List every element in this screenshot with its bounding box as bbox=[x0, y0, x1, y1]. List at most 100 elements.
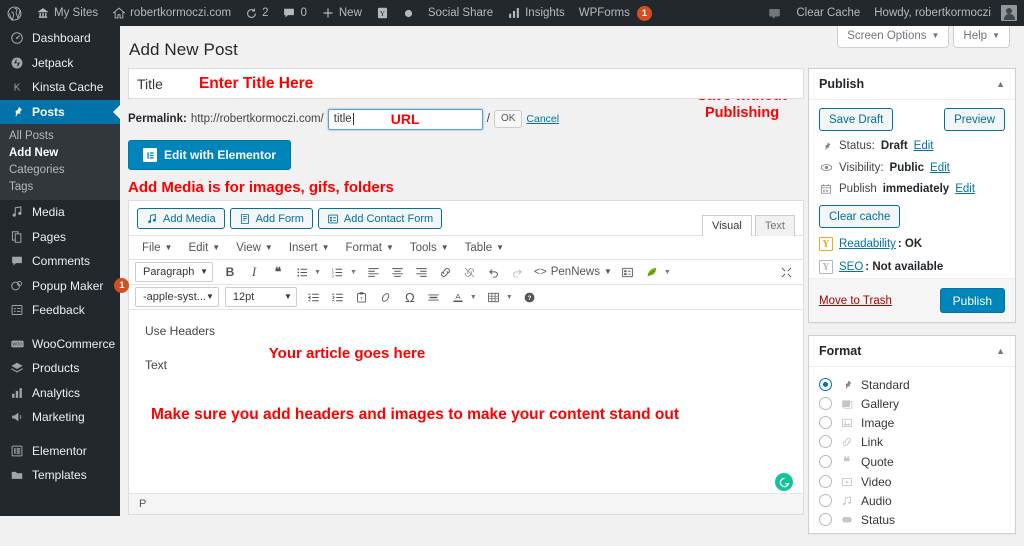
radio-image[interactable] bbox=[819, 416, 832, 429]
sidebar-item-templates[interactable]: Templates bbox=[0, 463, 120, 488]
blockquote-button[interactable]: ❝ bbox=[267, 262, 289, 282]
permalink-slug-input[interactable]: title URL bbox=[327, 108, 483, 130]
menu-tools[interactable]: Tools ▼ bbox=[403, 240, 456, 256]
clear-cache-menu[interactable]: Clear Cache bbox=[789, 0, 867, 26]
radio-link[interactable] bbox=[819, 435, 832, 448]
unlink-button[interactable] bbox=[459, 262, 481, 282]
tab-visual[interactable]: Visual bbox=[702, 215, 752, 236]
radio-standard[interactable] bbox=[819, 378, 832, 391]
updates-menu[interactable]: 2 bbox=[238, 0, 275, 26]
sidebar-item-analytics[interactable]: Analytics bbox=[0, 381, 120, 406]
insights-menu[interactable]: Insights bbox=[500, 0, 572, 26]
format-option-video[interactable]: Video bbox=[819, 472, 1005, 491]
chevron-down-icon[interactable]: ▼ bbox=[505, 294, 517, 301]
format-option-link[interactable]: Link bbox=[819, 432, 1005, 451]
align-right-button[interactable] bbox=[411, 262, 433, 282]
menu-edit[interactable]: Edit ▼ bbox=[181, 240, 227, 256]
sidebar-item-woocommerce[interactable]: WOO WooCommerce bbox=[0, 332, 120, 357]
permalink-cancel-link[interactable]: Cancel bbox=[526, 113, 559, 125]
sidebar-item-kinsta-cache[interactable]: K Kinsta Cache bbox=[0, 75, 120, 100]
wordpress-logo-menu[interactable] bbox=[0, 0, 29, 26]
bold-button[interactable]: B bbox=[219, 262, 241, 282]
sidebar-item-posts[interactable]: Posts bbox=[0, 99, 121, 124]
leaf-plugin-split[interactable]: ▼ bbox=[641, 262, 675, 282]
chevron-up-icon[interactable]: ▲ bbox=[996, 79, 1005, 89]
sidebar-item-marketing[interactable]: Marketing bbox=[0, 405, 120, 430]
tab-text[interactable]: Text bbox=[754, 215, 795, 236]
radio-quote[interactable] bbox=[819, 455, 832, 468]
format-option-gallery[interactable]: Gallery bbox=[819, 394, 1005, 413]
edit-status-link[interactable]: Edit bbox=[914, 140, 934, 152]
indent-button[interactable] bbox=[327, 287, 349, 307]
sidebar-item-media[interactable]: Media bbox=[0, 200, 120, 225]
menu-view[interactable]: View ▼ bbox=[229, 240, 280, 256]
comments-menu[interactable]: 0 bbox=[275, 0, 313, 26]
numbered-list-icon[interactable]: 123 bbox=[327, 262, 349, 282]
status-dot-menu[interactable] bbox=[396, 0, 421, 26]
edit-with-elementor-button[interactable]: Edit with Elementor bbox=[128, 140, 292, 170]
numbered-list-split[interactable]: 123 ▼ bbox=[327, 262, 361, 282]
submenu-item-add-new[interactable]: Add New bbox=[0, 144, 120, 161]
move-to-trash-link[interactable]: Move to Trash bbox=[819, 295, 892, 307]
font-family-select[interactable]: -apple-syst... ▼ bbox=[135, 287, 219, 307]
post-title-input[interactable]: Title Enter Title Here bbox=[128, 68, 804, 99]
text-color-icon[interactable]: A bbox=[447, 287, 469, 307]
sidebar-item-comments[interactable]: Comments bbox=[0, 249, 120, 274]
table-icon[interactable] bbox=[483, 287, 505, 307]
publish-button[interactable]: Publish bbox=[939, 288, 1005, 313]
radio-gallery[interactable] bbox=[819, 397, 832, 410]
font-size-select[interactable]: 12pt ▼ bbox=[224, 287, 297, 307]
social-share-menu[interactable]: Social Share bbox=[421, 0, 500, 26]
add-contact-form-button[interactable]: Add Contact Form bbox=[317, 208, 443, 229]
bullet-list-split[interactable]: ▼ bbox=[291, 262, 325, 282]
link-button[interactable] bbox=[435, 262, 457, 282]
clear-formatting-button[interactable] bbox=[375, 287, 397, 307]
save-draft-button[interactable]: Save Draft bbox=[819, 108, 894, 131]
menu-table[interactable]: Table ▼ bbox=[458, 240, 511, 256]
format-option-audio[interactable]: Audio bbox=[819, 491, 1005, 510]
format-option-quote[interactable]: ❝ Quote bbox=[819, 451, 1005, 472]
submenu-item-tags[interactable]: Tags bbox=[0, 178, 120, 195]
fullscreen-button[interactable] bbox=[775, 262, 797, 282]
special-character-button[interactable]: Ω bbox=[399, 287, 421, 307]
menu-insert[interactable]: Insert ▼ bbox=[282, 240, 337, 256]
add-form-button[interactable]: Add Form bbox=[229, 208, 313, 229]
sidebar-item-pages[interactable]: Pages bbox=[0, 225, 120, 250]
bullet-list-icon[interactable] bbox=[291, 262, 313, 282]
align-left-button[interactable] bbox=[363, 262, 385, 282]
italic-button[interactable]: I bbox=[243, 262, 265, 282]
my-sites-menu[interactable]: My Sites bbox=[29, 0, 105, 26]
chevron-down-icon[interactable]: ▼ bbox=[349, 269, 361, 276]
undo-button[interactable] bbox=[483, 262, 505, 282]
submenu-item-categories[interactable]: Categories bbox=[0, 161, 120, 178]
redo-button[interactable] bbox=[507, 262, 529, 282]
sidebar-item-popup-maker[interactable]: Popup Maker 1 bbox=[0, 274, 130, 299]
format-option-status[interactable]: Status bbox=[819, 510, 1005, 529]
radio-audio[interactable] bbox=[819, 494, 832, 507]
sidebar-item-dashboard[interactable]: Dashboard bbox=[0, 26, 120, 51]
site-name-menu[interactable]: robertkormoczi.com bbox=[105, 0, 238, 26]
yoast-menu[interactable]: Y bbox=[369, 0, 396, 26]
permalink-ok-button[interactable]: OK bbox=[493, 110, 523, 128]
chevron-down-icon[interactable]: ▼ bbox=[469, 294, 481, 301]
page-builder-button[interactable] bbox=[617, 262, 639, 282]
format-option-image[interactable]: Image bbox=[819, 413, 1005, 432]
notifications-menu[interactable] bbox=[760, 0, 789, 26]
sidebar-item-jetpack[interactable]: Jetpack bbox=[0, 51, 120, 76]
preview-button[interactable]: Preview bbox=[944, 108, 1005, 131]
table-split[interactable]: ▼ bbox=[483, 287, 517, 307]
leaf-icon[interactable] bbox=[641, 262, 663, 282]
outdent-button[interactable] bbox=[303, 287, 325, 307]
paragraph-format-select[interactable]: Paragraph ▼ bbox=[135, 262, 213, 282]
clear-cache-button[interactable]: Clear cache bbox=[819, 205, 901, 228]
text-color-split[interactable]: A ▼ bbox=[447, 287, 481, 307]
grammarly-icon[interactable] bbox=[775, 473, 793, 491]
edit-visibility-link[interactable]: Edit bbox=[930, 162, 950, 174]
menu-format[interactable]: Format ▼ bbox=[339, 240, 401, 256]
add-media-button[interactable]: Add Media bbox=[137, 208, 225, 229]
chevron-up-icon[interactable]: ▲ bbox=[996, 346, 1005, 356]
submenu-item-all-posts[interactable]: All Posts bbox=[0, 127, 120, 144]
chevron-down-icon[interactable]: ▼ bbox=[663, 269, 675, 276]
sidebar-item-products[interactable]: Products bbox=[0, 356, 120, 381]
align-center-button[interactable] bbox=[387, 262, 409, 282]
